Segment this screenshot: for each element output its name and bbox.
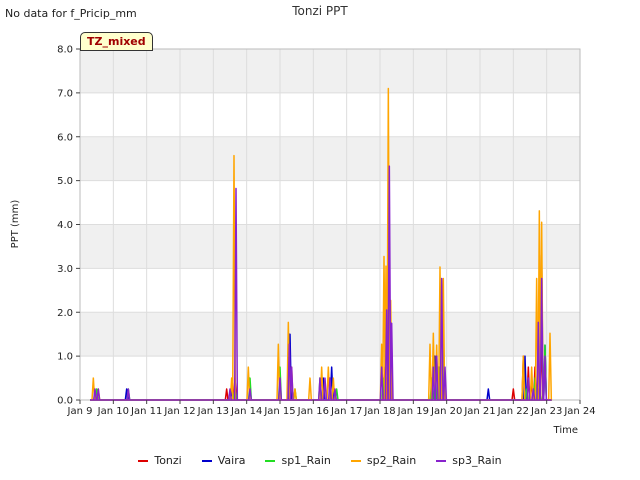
legend-item: sp3_Rain [436, 454, 502, 467]
x-tick-label: Jan 9 [67, 406, 93, 417]
plot-band [80, 224, 580, 269]
y-tick-label: 0.0 [57, 396, 73, 407]
y-tick-label: 5.0 [57, 176, 73, 187]
y-tick-label: 6.0 [57, 132, 73, 143]
x-axis-ticks: Jan 9 Jan 10 Jan 11 Jan 12 Jan 13 Jan 14 Jan 1… [67, 400, 596, 417]
x-tick-label: Jan 23 [530, 406, 562, 417]
x-tick-label: Jan 18 [363, 406, 395, 417]
legend: Tonzi Vaira sp1_Rain sp2_Rain sp3_Rain [0, 454, 640, 467]
legend-label: Tonzi [154, 454, 182, 467]
plot-band [80, 268, 580, 313]
chart-svg: 0.01.02.03.04.05.06.07.08.0 Jan 9 Jan 10 J… [10, 45, 596, 437]
legend-label: sp3_Rain [452, 454, 502, 467]
legend-item: Vaira [201, 454, 246, 467]
x-tick-label: Jan 21 [463, 406, 495, 417]
legend-item: sp1_Rain [265, 454, 331, 467]
x-axis-label: Time [553, 425, 578, 436]
x-tick-label: Jan 12 [163, 406, 195, 417]
y-axis-ticks: 0.0 1.0 2.0 3.0 4.0 5.0 6.0 7.0 8.0 [57, 45, 80, 407]
legend-label: Vaira [217, 454, 246, 467]
plot-band [80, 92, 580, 137]
y-axis-label: PPT (mm) [10, 200, 21, 249]
x-tick-label: Jan 17 [330, 406, 362, 417]
legend-label: sp2_Rain [366, 454, 417, 467]
legend-swatch [265, 459, 276, 462]
x-tick-label: Jan 16 [297, 406, 329, 417]
x-tick-label: Jan 22 [497, 406, 529, 417]
x-tick-label: Jan 15 [263, 406, 295, 417]
plot-band [80, 49, 580, 93]
legend-swatch [201, 459, 212, 462]
y-tick-label: 7.0 [57, 88, 73, 99]
legend-swatch [138, 459, 149, 462]
legend-swatch [350, 459, 361, 462]
legend-item: sp2_Rain [350, 454, 417, 467]
site-badge: TZ_mixed [80, 32, 153, 51]
y-tick-label: 3.0 [57, 264, 73, 275]
x-tick-label: Jan 14 [230, 406, 262, 417]
legend-label: sp1_Rain [281, 454, 331, 467]
plot-band [80, 136, 580, 181]
plot-band [80, 312, 580, 357]
legend-item: Tonzi [138, 454, 182, 467]
y-tick-label: 8.0 [57, 45, 73, 56]
x-tick-label: Jan 10 [97, 406, 129, 417]
x-tick-label: Jan 19 [397, 406, 429, 417]
legend-swatch [436, 459, 447, 462]
x-tick-label: Jan 24 [563, 406, 595, 417]
y-tick-label: 1.0 [57, 352, 73, 363]
x-tick-label: Jan 11 [130, 406, 162, 417]
x-tick-label: Jan 20 [430, 406, 462, 417]
y-tick-label: 4.0 [57, 220, 73, 231]
y-tick-label: 2.0 [57, 308, 73, 319]
plot-band [80, 180, 580, 225]
x-tick-label: Jan 13 [197, 406, 229, 417]
